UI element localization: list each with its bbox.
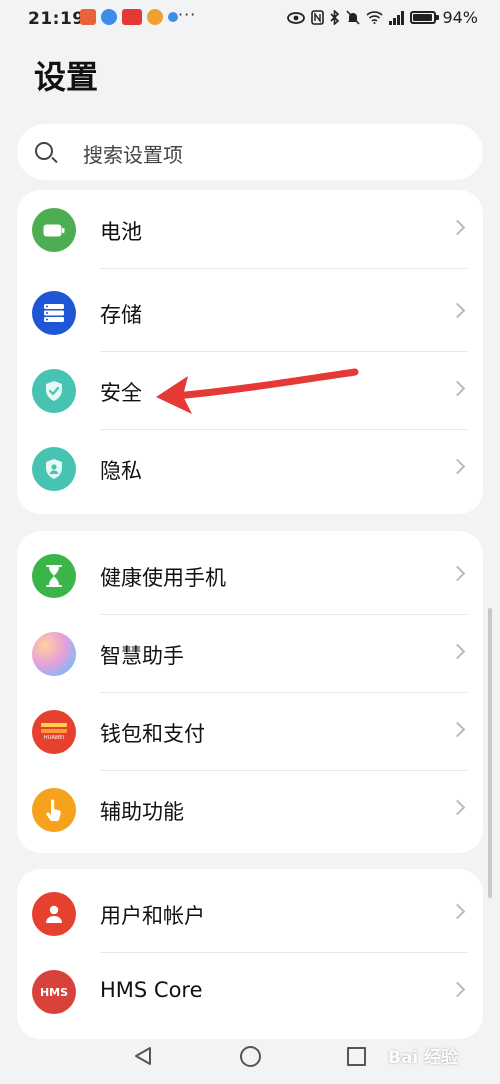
settings-item-accessibility[interactable]: 辅助功能: [17, 771, 483, 849]
bluetooth-icon: [330, 10, 340, 25]
search-placeholder: 搜索设置项: [83, 143, 183, 167]
watermark: Bai 经验: [388, 1048, 459, 1068]
wifi-icon: [366, 11, 383, 24]
scrollbar[interactable]: [488, 608, 492, 898]
hourglass-icon: [32, 554, 76, 598]
settings-item-label: 健康使用手机: [100, 566, 226, 590]
settings-item-hms-core[interactable]: HMS HMS Core: [17, 953, 483, 1031]
weibo-app-icon: [147, 9, 163, 25]
settings-item-label: 电池: [100, 220, 142, 244]
chevron-right-icon: [449, 799, 466, 816]
chevron-right-icon: [449, 643, 466, 660]
wallet-icon-text: HUAWEI: [43, 735, 65, 741]
settings-item-label: 用户和帐户: [100, 904, 205, 928]
chevron-right-icon: [449, 721, 466, 738]
settings-group-accounts: 用户和帐户 HMS HMS Core: [17, 869, 483, 1039]
recent-apps-nav-icon[interactable]: [347, 1047, 366, 1066]
annotation-arrow-icon: [156, 368, 359, 414]
settings-item-label: 钱包和支付: [100, 722, 205, 746]
assistant-icon: [32, 632, 76, 676]
settings-item-label: 隐私: [100, 459, 142, 483]
page-title: 设置: [34, 58, 99, 96]
chevron-right-icon: [449, 380, 466, 397]
chevron-right-icon: [449, 219, 466, 236]
settings-item-label: 安全: [100, 381, 142, 405]
hand-icon: [32, 788, 76, 832]
settings-item-smart-assistant[interactable]: 智慧助手: [17, 615, 483, 693]
settings-item-label: 存储: [100, 303, 142, 327]
status-bar: 21:19 ··· 94%: [0, 0, 500, 36]
settings-item-label: HMS Core: [100, 978, 203, 1002]
settings-item-users-accounts[interactable]: 用户和帐户: [17, 875, 483, 953]
user-icon: [32, 892, 76, 936]
settings-item-digital-balance[interactable]: 健康使用手机: [17, 537, 483, 615]
battery-icon: [32, 208, 76, 252]
notification-icons: [80, 9, 178, 25]
battery-percent: 94%: [442, 8, 478, 27]
divider: [100, 268, 467, 269]
home-nav-icon[interactable]: [240, 1046, 261, 1067]
privacy-icon: [32, 447, 76, 491]
search-icon: [35, 142, 53, 160]
chevron-right-icon: [449, 565, 466, 582]
chevron-right-icon: [449, 458, 466, 475]
hms-icon-text: HMS: [39, 985, 69, 999]
hms-icon: HMS: [32, 970, 76, 1014]
cellular-signal-icon: [389, 10, 405, 25]
app-notification-icon: [80, 9, 96, 25]
settings-item-label: 智慧助手: [100, 644, 184, 668]
chevron-right-icon: [449, 302, 466, 319]
back-nav-icon[interactable]: [134, 1046, 152, 1066]
chevron-right-icon: [449, 981, 466, 998]
settings-item-label: 辅助功能: [100, 800, 184, 824]
status-time: 21:19: [28, 9, 85, 29]
mute-bell-icon: [346, 10, 361, 25]
wallet-icon: HUAWEI: [32, 710, 76, 754]
news-app-icon: [122, 9, 142, 25]
eye-comfort-icon: [287, 11, 306, 24]
battery-status-icon: [410, 11, 440, 24]
settings-item-privacy[interactable]: 隐私: [17, 430, 483, 508]
status-right: 94%: [287, 8, 478, 27]
browser-app-icon: [168, 12, 178, 22]
settings-group-features: 健康使用手机 智慧助手 HUAWEI 钱包和支付 辅助功能: [17, 531, 483, 853]
storage-icon: [32, 291, 76, 335]
music-app-icon: [101, 9, 117, 25]
settings-item-battery[interactable]: 电池: [17, 191, 483, 269]
search-bar[interactable]: 搜索设置项: [17, 124, 483, 180]
more-notifications-icon: ···: [178, 5, 197, 24]
nfc-icon: [311, 10, 325, 25]
settings-item-storage[interactable]: 存储: [17, 274, 483, 352]
settings-item-wallet[interactable]: HUAWEI 钱包和支付: [17, 693, 483, 771]
settings-group-device: 电池 存储 安全 隐私: [17, 190, 483, 514]
shield-check-icon: [32, 369, 76, 413]
chevron-right-icon: [449, 903, 466, 920]
